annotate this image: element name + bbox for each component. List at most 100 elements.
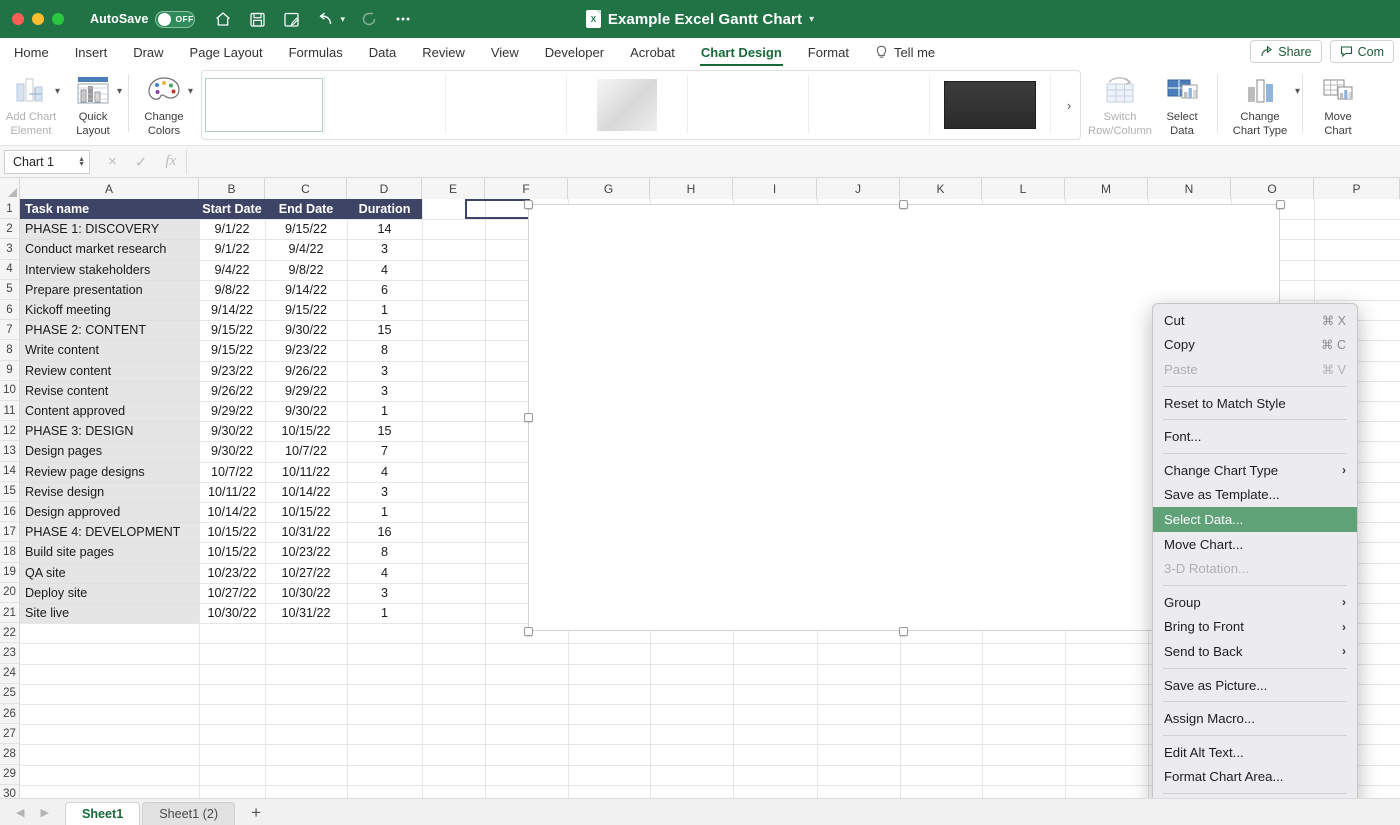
cell-task-17[interactable]: PHASE 4: DEVELOPMENT bbox=[20, 522, 199, 542]
chart-style-option-4[interactable] bbox=[567, 76, 688, 134]
column-header-k[interactable]: K bbox=[900, 178, 982, 199]
cell-task-10[interactable]: Revise content bbox=[20, 381, 199, 401]
cell-end-4[interactable]: 9/8/22 bbox=[265, 260, 347, 280]
cell-start-14[interactable]: 10/7/22 bbox=[199, 462, 265, 482]
cell-end-21[interactable]: 10/31/22 bbox=[265, 603, 347, 623]
cell-start-2[interactable]: 9/1/22 bbox=[199, 219, 265, 239]
move-chart-button[interactable]: Move Chart bbox=[1307, 66, 1369, 144]
save-icon[interactable] bbox=[247, 9, 267, 29]
context-menu-item-change-chart-type[interactable]: Change Chart Type › bbox=[1153, 458, 1357, 483]
cell-duration-2[interactable]: 14 bbox=[347, 219, 422, 239]
cell-end-6[interactable]: 9/15/22 bbox=[265, 300, 347, 320]
cell-duration-10[interactable]: 3 bbox=[347, 381, 422, 401]
context-menu-item-bring-to-front[interactable]: Bring to Front › bbox=[1153, 615, 1357, 640]
row-header-28[interactable]: 28 bbox=[0, 744, 20, 765]
cell-duration-18[interactable]: 8 bbox=[347, 542, 422, 562]
cell-task-16[interactable]: Design approved bbox=[20, 502, 199, 522]
name-box[interactable]: Chart 1 ▲ ▼ bbox=[4, 149, 90, 174]
confirm-formula-icon[interactable]: ✓ bbox=[135, 153, 148, 171]
cell-task-3[interactable]: Conduct market research bbox=[20, 239, 199, 259]
cell-duration-9[interactable]: 3 bbox=[347, 361, 422, 381]
cell-end-18[interactable]: 10/23/22 bbox=[265, 542, 347, 562]
cell-task-5[interactable]: Prepare presentation bbox=[20, 280, 199, 300]
add-sheet-button[interactable]: + bbox=[237, 803, 275, 825]
context-menu-item-select-data[interactable]: Select Data... bbox=[1153, 507, 1357, 532]
change-chart-type-caret-icon[interactable]: ▾ bbox=[1295, 86, 1300, 97]
chart-style-option-5[interactable] bbox=[688, 76, 809, 134]
context-menu-item-cut[interactable]: Cut ⌘ X bbox=[1153, 308, 1357, 333]
comments-button[interactable]: Com bbox=[1329, 40, 1394, 63]
column-header-a[interactable]: A bbox=[20, 178, 199, 199]
tab-acrobat[interactable]: Acrobat bbox=[630, 43, 675, 62]
chart-handle-bottom-center[interactable] bbox=[899, 627, 908, 636]
cell-task-18[interactable]: Build site pages bbox=[20, 542, 199, 562]
cell-end-16[interactable]: 10/15/22 bbox=[265, 502, 347, 522]
switch-row-column-button[interactable]: Switch Row/Column bbox=[1088, 66, 1152, 144]
cell-start-18[interactable]: 10/15/22 bbox=[199, 542, 265, 562]
cell-duration-21[interactable]: 1 bbox=[347, 603, 422, 623]
cell-end-11[interactable]: 9/30/22 bbox=[265, 401, 347, 421]
undo-icon[interactable] bbox=[315, 9, 335, 29]
tab-developer[interactable]: Developer bbox=[545, 43, 604, 62]
tab-page-layout[interactable]: Page Layout bbox=[190, 43, 263, 62]
tab-insert[interactable]: Insert bbox=[75, 43, 108, 62]
save-as-icon[interactable] bbox=[281, 9, 301, 29]
gallery-next-icon[interactable]: › bbox=[1060, 71, 1078, 139]
row-header-13[interactable]: 13 bbox=[0, 441, 20, 462]
context-menu-item-group[interactable]: Group › bbox=[1153, 590, 1357, 615]
formula-input[interactable] bbox=[186, 149, 1394, 174]
cell-duration-8[interactable]: 8 bbox=[347, 340, 422, 360]
change-chart-type-button[interactable]: Change Chart Type ▾ bbox=[1222, 66, 1300, 144]
row-header-20[interactable]: 20 bbox=[0, 582, 20, 603]
cell-duration-6[interactable]: 1 bbox=[347, 300, 422, 320]
cell-start-9[interactable]: 9/23/22 bbox=[199, 361, 265, 381]
row-header-29[interactable]: 29 bbox=[0, 764, 20, 785]
chart-handle-bottom-left[interactable] bbox=[524, 627, 533, 636]
cell-end-10[interactable]: 9/29/22 bbox=[265, 381, 347, 401]
name-box-spinner-icon[interactable]: ▲ ▼ bbox=[78, 156, 85, 168]
cell-task-7[interactable]: PHASE 2: CONTENT bbox=[20, 320, 199, 340]
table-header-cell-2[interactable]: Start Date bbox=[199, 199, 265, 219]
table-header-cell-4[interactable]: Duration bbox=[347, 199, 422, 219]
cell-end-19[interactable]: 10/27/22 bbox=[265, 563, 347, 583]
select-data-button[interactable]: Select Data bbox=[1151, 66, 1213, 144]
cell-start-7[interactable]: 9/15/22 bbox=[199, 320, 265, 340]
select-all-corner[interactable] bbox=[0, 178, 20, 199]
cell-duration-13[interactable]: 7 bbox=[347, 441, 422, 461]
insert-function-icon[interactable]: fx bbox=[165, 153, 176, 170]
chart-handle-top-right[interactable] bbox=[1276, 200, 1285, 209]
cell-end-2[interactable]: 9/15/22 bbox=[265, 219, 347, 239]
row-header-2[interactable]: 2 bbox=[0, 219, 20, 240]
cell-duration-17[interactable]: 16 bbox=[347, 522, 422, 542]
cell-duration-5[interactable]: 6 bbox=[347, 280, 422, 300]
row-header-1[interactable]: 1 bbox=[0, 199, 20, 220]
tab-review[interactable]: Review bbox=[422, 43, 465, 62]
column-header-h[interactable]: H bbox=[650, 178, 733, 199]
autosave-control[interactable]: AutoSave OFF bbox=[90, 10, 196, 28]
row-header-23[interactable]: 23 bbox=[0, 643, 20, 664]
cell-duration-14[interactable]: 4 bbox=[347, 462, 422, 482]
quick-layout-caret-icon[interactable]: ▾ bbox=[117, 86, 122, 97]
context-menu-item-assign-macro[interactable]: Assign Macro... bbox=[1153, 706, 1357, 731]
row-header-26[interactable]: 26 bbox=[0, 704, 20, 725]
cell-start-10[interactable]: 9/26/22 bbox=[199, 381, 265, 401]
minimize-window-button[interactable] bbox=[32, 13, 44, 25]
row-header-16[interactable]: 16 bbox=[0, 502, 20, 523]
row-header-24[interactable]: 24 bbox=[0, 663, 20, 684]
cell-task-14[interactable]: Review page designs bbox=[20, 462, 199, 482]
home-icon[interactable] bbox=[213, 9, 233, 29]
cell-end-14[interactable]: 10/11/22 bbox=[265, 462, 347, 482]
table-header-cell-1[interactable]: Task name bbox=[20, 199, 199, 219]
row-header-6[interactable]: 6 bbox=[0, 300, 20, 321]
row-header-15[interactable]: 15 bbox=[0, 481, 20, 502]
cell-task-11[interactable]: Content approved bbox=[20, 401, 199, 421]
cell-end-13[interactable]: 10/7/22 bbox=[265, 441, 347, 461]
context-menu-item-send-to-back[interactable]: Send to Back › bbox=[1153, 639, 1357, 664]
share-button[interactable]: Share bbox=[1250, 40, 1322, 63]
row-header-22[interactable]: 22 bbox=[0, 623, 20, 644]
cell-end-15[interactable]: 10/14/22 bbox=[265, 482, 347, 502]
add-chart-element-caret-icon[interactable]: ▾ bbox=[55, 86, 60, 97]
cell-task-12[interactable]: PHASE 3: DESIGN bbox=[20, 421, 199, 441]
more-icon[interactable] bbox=[393, 9, 413, 29]
cell-task-15[interactable]: Revise design bbox=[20, 482, 199, 502]
